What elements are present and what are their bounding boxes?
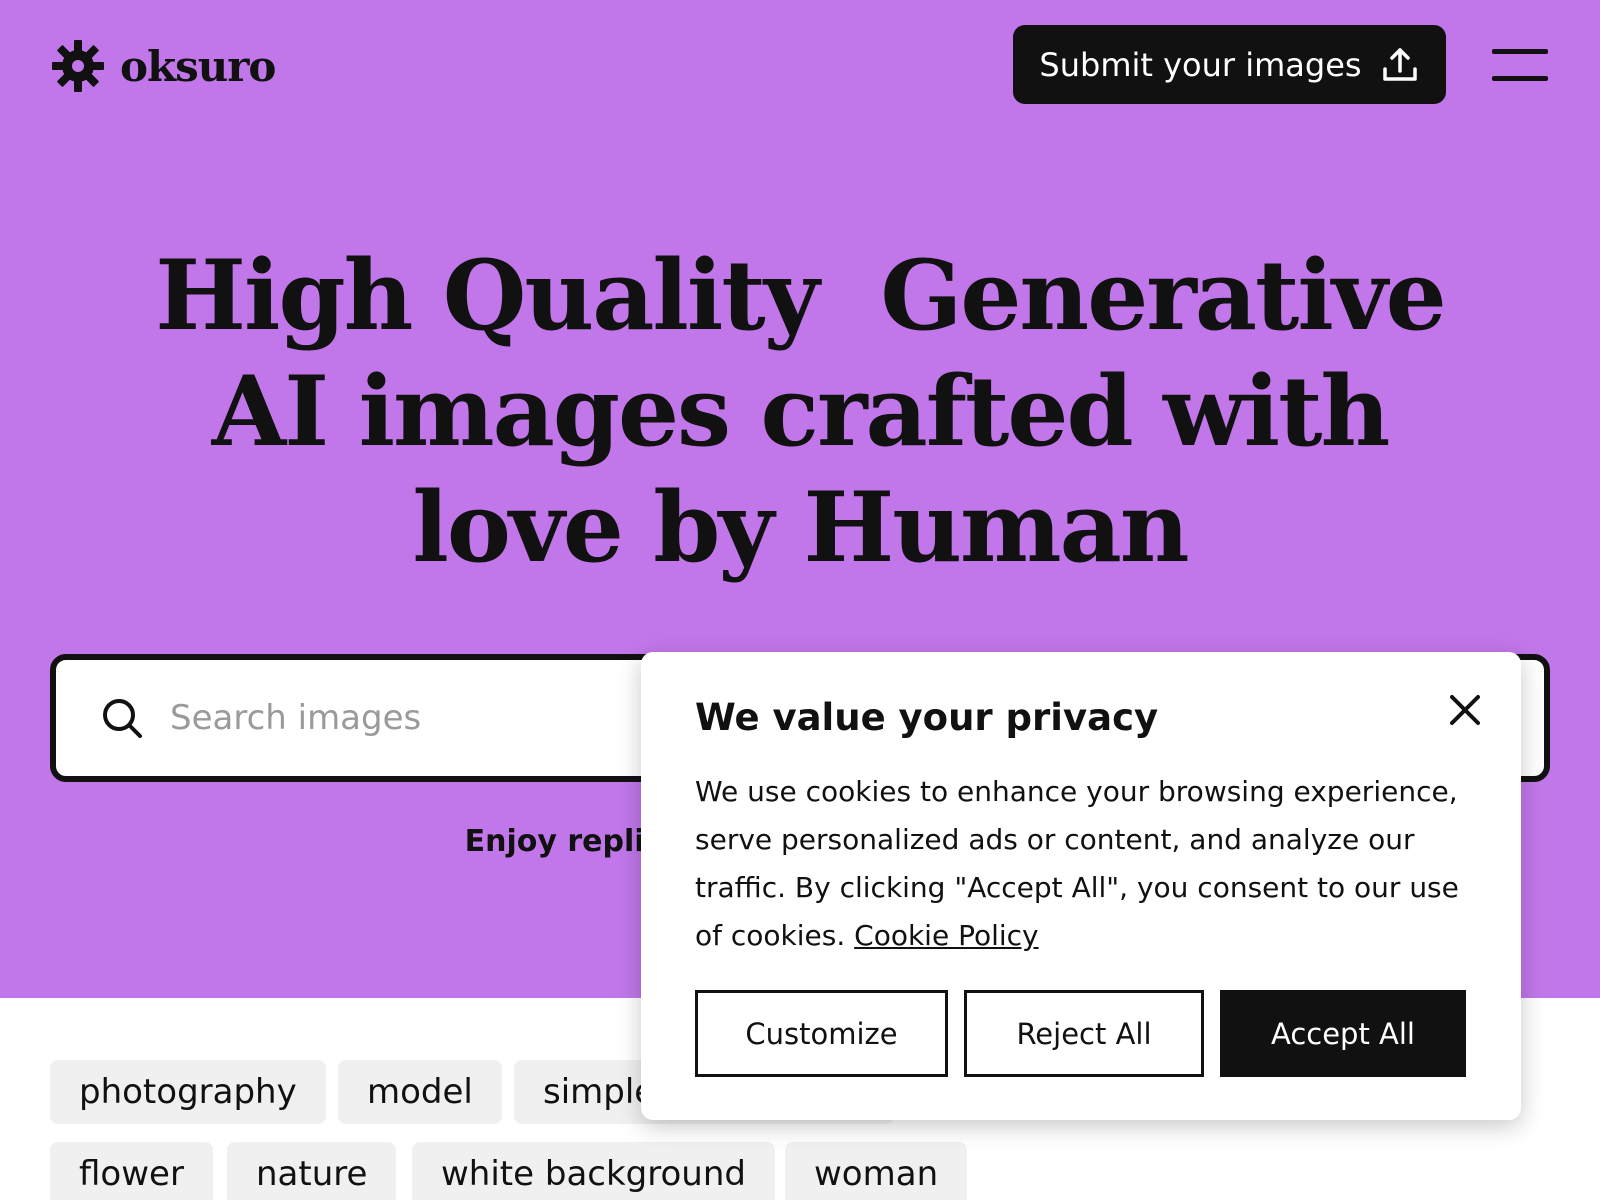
tag-white-background[interactable]: white background: [412, 1142, 775, 1200]
hero-headline: High Quality Generative AI images crafte…: [60, 238, 1540, 586]
headline-line-2: AI images crafted with: [211, 355, 1390, 468]
gear-logo-icon: [52, 40, 104, 92]
submit-button-label: Submit your images: [1039, 45, 1362, 84]
site-logo[interactable]: oksuro: [50, 38, 276, 94]
tag-photography[interactable]: photography: [50, 1060, 326, 1124]
tag-woman[interactable]: woman: [785, 1142, 968, 1200]
logo-text: oksuro: [120, 41, 276, 91]
menu-line: [1492, 76, 1548, 81]
hamburger-menu-icon[interactable]: [1492, 49, 1548, 83]
submit-images-button[interactable]: Submit your images: [1013, 25, 1446, 104]
headline-line-3: love by Human: [412, 471, 1189, 584]
reject-all-button[interactable]: Reject All: [964, 990, 1204, 1077]
tag-flower[interactable]: flower: [50, 1142, 213, 1200]
accept-all-button[interactable]: Accept All: [1220, 990, 1466, 1077]
close-icon[interactable]: [1447, 692, 1483, 728]
search-icon: [103, 699, 142, 738]
tag-model[interactable]: model: [338, 1060, 502, 1124]
customize-button[interactable]: Customize: [695, 990, 948, 1077]
headline-line-1: High Quality Generative: [155, 239, 1446, 352]
cookie-policy-link[interactable]: Cookie Policy: [854, 919, 1038, 952]
cookie-body: We use cookies to enhance your browsing …: [695, 768, 1485, 960]
tag-nature[interactable]: nature: [227, 1142, 397, 1200]
cookie-consent-dialog: We value your privacy We use cookies to …: [641, 652, 1521, 1120]
cookie-body-text: We use cookies to enhance your browsing …: [695, 775, 1459, 952]
upload-icon: [1382, 47, 1417, 81]
cookie-title: We value your privacy: [695, 696, 1159, 739]
menu-line: [1492, 49, 1548, 54]
